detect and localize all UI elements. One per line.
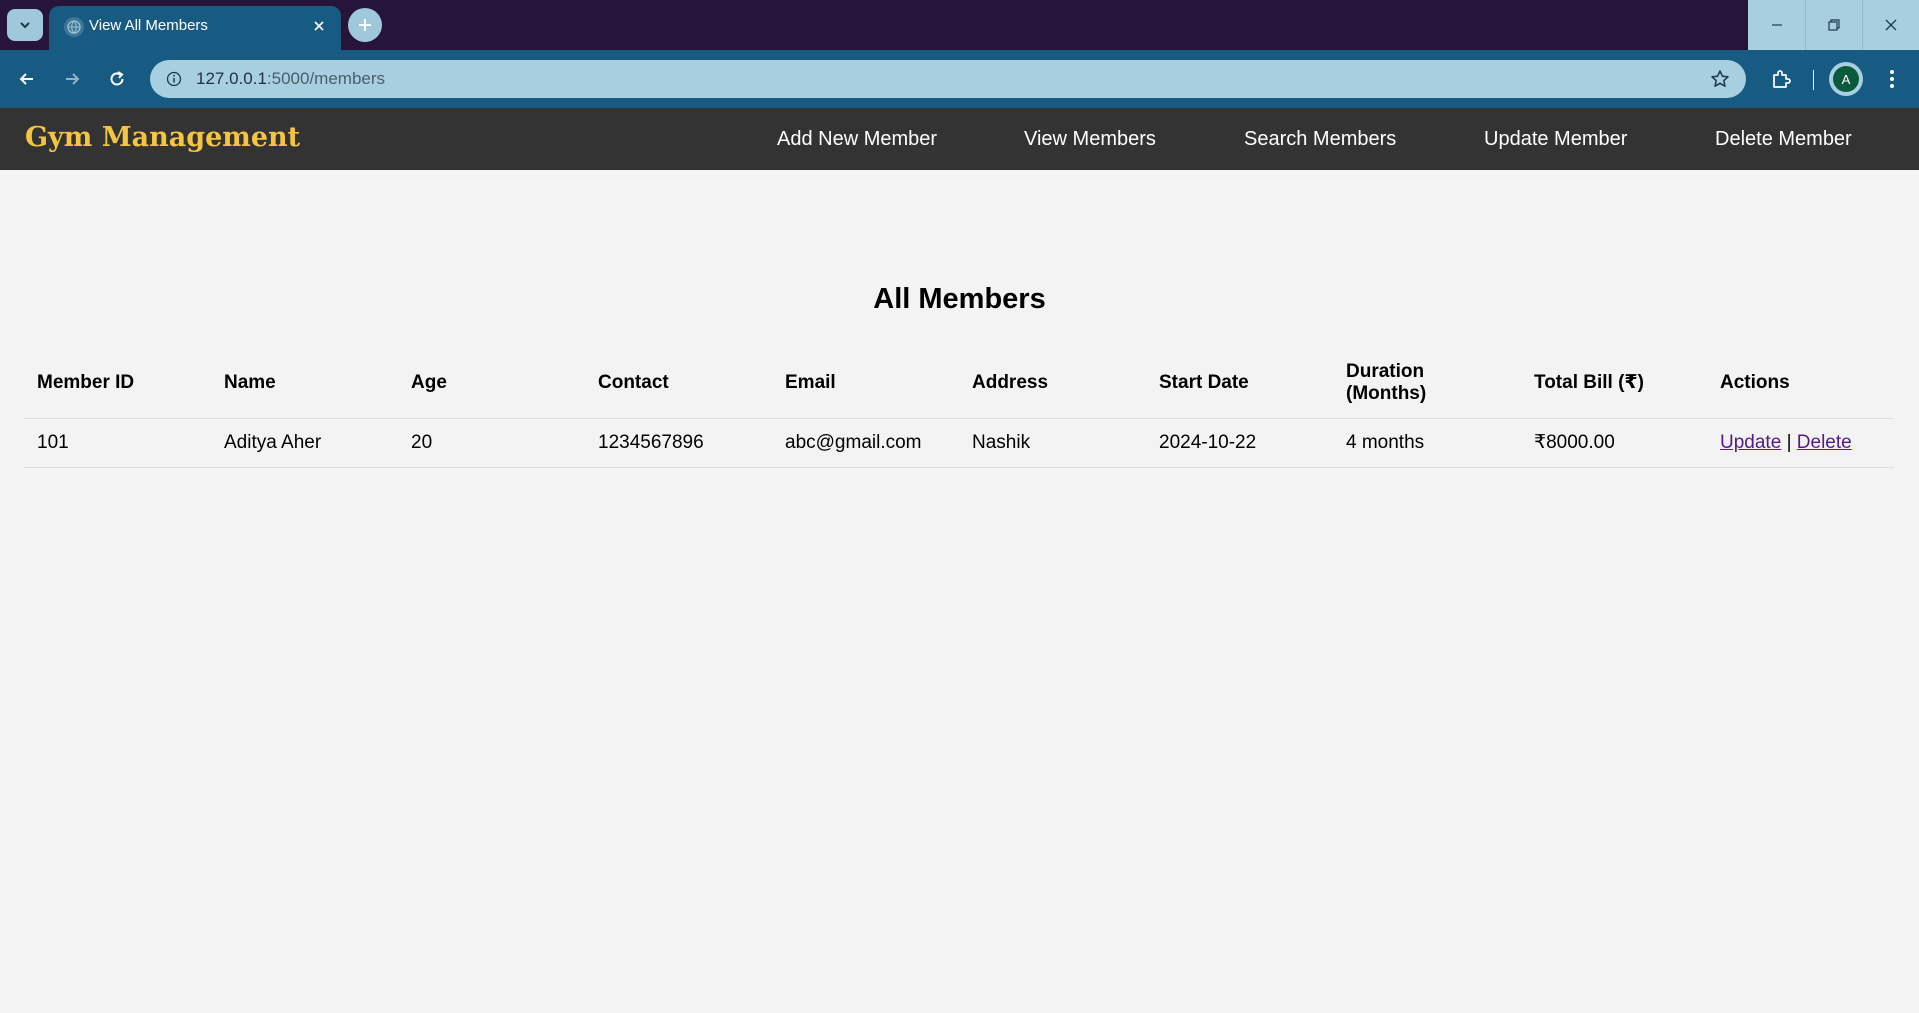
restore-icon [1828, 19, 1840, 31]
table-header-row: Member ID Name Age Contact Email Address… [24, 348, 1894, 419]
reload-button[interactable] [102, 64, 132, 94]
table-row: 101 Aditya Aher 20 1234567896 abc@gmail.… [24, 418, 1894, 468]
browser-tabstrip: View All Members [0, 0, 1919, 50]
info-icon[interactable] [164, 69, 184, 89]
column-header: Address [959, 348, 1146, 419]
delete-link[interactable]: Delete [1797, 432, 1852, 453]
column-header: Age [398, 348, 585, 419]
minimize-icon [1771, 24, 1782, 26]
update-link[interactable]: Update [1720, 432, 1781, 453]
avatar-letter: A [1833, 66, 1859, 92]
profile-avatar[interactable]: A [1829, 62, 1863, 96]
nav-update-member[interactable]: Update Member [1484, 128, 1627, 151]
cell-contact: 1234567896 [585, 418, 772, 468]
column-header: Contact [585, 348, 772, 419]
action-separator: | [1786, 431, 1792, 453]
plus-icon [359, 19, 371, 31]
forward-button[interactable] [57, 64, 87, 94]
cell-email: abc@gmail.com [772, 418, 959, 468]
back-button[interactable] [12, 64, 42, 94]
cell-total-bill: ₹8000.00 [1521, 418, 1707, 468]
minimize-button[interactable] [1748, 0, 1805, 50]
tab-title: View All Members [89, 17, 208, 34]
column-header: Email [772, 348, 959, 419]
nav-view-members[interactable]: View Members [1024, 128, 1156, 151]
page-content: Gym Management Add New Member View Membe… [0, 108, 1919, 1013]
members-table: Member ID Name Age Contact Email Address… [24, 348, 1894, 468]
site-navbar: Gym Management Add New Member View Membe… [0, 108, 1919, 170]
url-text: 127.0.0.1:5000/members [196, 69, 386, 88]
column-header: Actions [1707, 348, 1894, 419]
new-tab-button[interactable] [348, 8, 382, 42]
chevron-down-icon [20, 22, 30, 29]
cell-address: Nashik [959, 418, 1146, 468]
nav-add-new-member[interactable]: Add New Member [777, 128, 937, 151]
close-icon[interactable] [307, 14, 331, 38]
cell-member-id: 101 [24, 418, 211, 468]
column-header: Member ID [24, 348, 211, 419]
cell-actions: Update | Delete [1707, 418, 1894, 468]
browser-tab-active[interactable]: View All Members [49, 6, 341, 50]
site-brand[interactable]: Gym Management [25, 122, 300, 153]
puzzle-icon[interactable] [1766, 64, 1796, 94]
tab-search-button[interactable] [7, 9, 43, 41]
cell-name: Aditya Aher [211, 418, 398, 468]
window-controls [1748, 0, 1919, 50]
column-header: Total Bill (₹) [1521, 348, 1707, 419]
cell-age: 20 [398, 418, 585, 468]
reload-icon [110, 71, 124, 86]
cell-duration: 4 months [1333, 418, 1521, 468]
kebab-menu-icon[interactable] [1877, 64, 1907, 94]
column-header: Duration (Months) [1333, 348, 1521, 419]
close-window-button[interactable] [1862, 0, 1919, 50]
toolbar-divider [1813, 70, 1814, 90]
globe-icon [64, 17, 84, 37]
nav-delete-member[interactable]: Delete Member [1715, 128, 1852, 151]
nav-search-members[interactable]: Search Members [1244, 128, 1396, 151]
restore-button[interactable] [1805, 0, 1862, 50]
close-icon [1885, 19, 1897, 31]
column-header: Name [211, 348, 398, 419]
cell-start-date: 2024-10-22 [1146, 418, 1333, 468]
star-icon[interactable] [1708, 67, 1732, 91]
column-header: Start Date [1146, 348, 1333, 419]
arrow-left-icon [19, 73, 33, 85]
arrow-right-icon [66, 73, 80, 85]
browser-toolbar: 127.0.0.1:5000/members [0, 50, 1919, 108]
page-title: All Members [873, 283, 1046, 315]
address-bar[interactable]: 127.0.0.1:5000/members [150, 60, 1746, 98]
